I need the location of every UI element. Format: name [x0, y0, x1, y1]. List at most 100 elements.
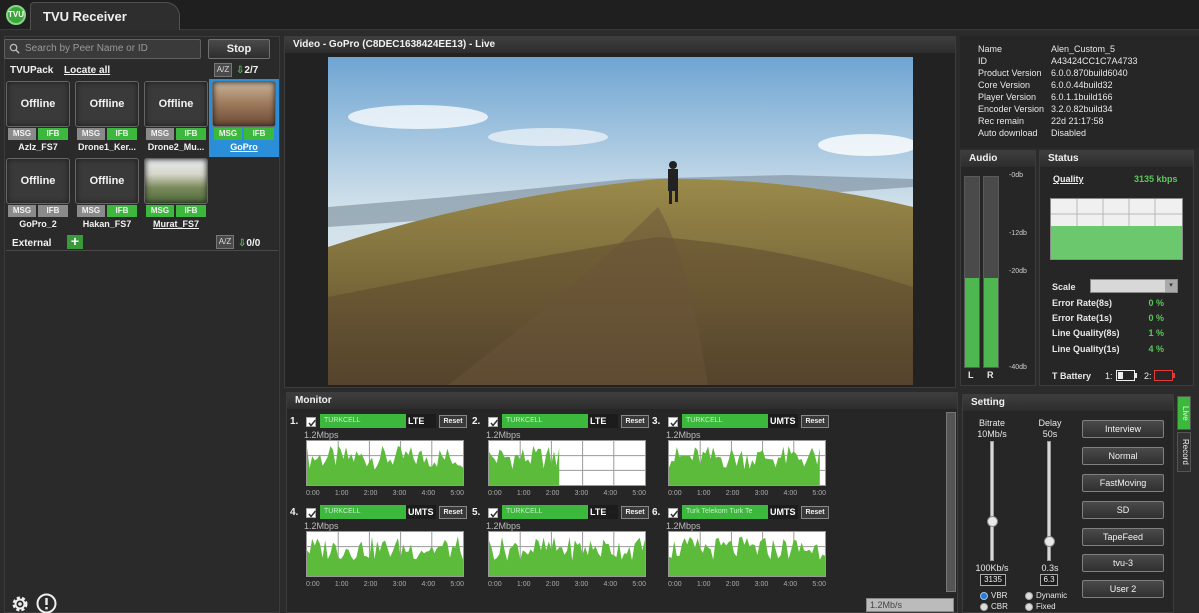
- cbr-radio[interactable]: [980, 603, 988, 611]
- check-icon: [670, 510, 679, 518]
- time-tick-label: 1:00: [334, 490, 349, 497]
- monitor-scale-select[interactable]: 1.2Mb/s: [866, 598, 954, 612]
- peer-tile-gopro[interactable]: [212, 81, 276, 127]
- battery-icon: [1116, 370, 1137, 381]
- peer-tile-hakan[interactable]: Offline: [75, 158, 139, 204]
- msg-badge[interactable]: MSG: [8, 205, 36, 217]
- channel-reset-button[interactable]: Reset: [801, 415, 829, 428]
- channel-bandwidth-chart: [668, 531, 826, 577]
- channel-checkbox[interactable]: [668, 417, 679, 427]
- monitor-scrollbar[interactable]: [946, 412, 956, 592]
- msg-badge[interactable]: MSG: [146, 128, 174, 140]
- dynamic-label: Dynamic: [1036, 591, 1068, 600]
- ifb-badge[interactable]: IFB: [176, 128, 206, 140]
- msg-badge[interactable]: MSG: [214, 128, 242, 140]
- sort-az-button[interactable]: A/Z: [216, 235, 234, 249]
- fixed-label: Fixed: [1036, 602, 1056, 611]
- app-tab[interactable]: TVU Receiver: [30, 2, 180, 30]
- preset-sd-button[interactable]: SD: [1082, 501, 1164, 519]
- ifb-badge[interactable]: IFB: [107, 205, 137, 217]
- delay-slider-handle[interactable]: [1044, 536, 1055, 547]
- search-input[interactable]: Search by Peer Name or ID: [4, 39, 201, 59]
- preset-fastmoving-button[interactable]: FastMoving: [1082, 474, 1164, 492]
- info-key: Rec remain: [978, 116, 1025, 126]
- msg-badge[interactable]: MSG: [8, 128, 36, 140]
- video-preview[interactable]: [328, 57, 913, 385]
- metric-value: 0 %: [1148, 298, 1164, 308]
- bandwidth-area: [307, 445, 463, 485]
- peer-name[interactable]: Hakan_FS7: [72, 219, 142, 229]
- dynamic-radio[interactable]: [1025, 592, 1033, 600]
- peer-tile-murat[interactable]: [144, 158, 208, 204]
- time-tick-label: 4:00: [421, 581, 436, 588]
- metric-label: Line Quality(1s): [1052, 344, 1120, 354]
- info-key: ID: [978, 56, 987, 66]
- peer-name[interactable]: Drone2_Mu...: [141, 142, 211, 152]
- channel-checkbox[interactable]: [488, 508, 499, 518]
- peer-tile-gopro2[interactable]: Offline: [6, 158, 70, 204]
- channel-network-type: LTE: [588, 414, 618, 428]
- vbr-radio[interactable]: [980, 592, 988, 600]
- channel-checkbox[interactable]: [306, 508, 317, 518]
- metric-value: 4 %: [1148, 344, 1164, 354]
- channel-reset-button[interactable]: Reset: [439, 415, 467, 428]
- peer-name[interactable]: Azlz_FS7: [3, 142, 73, 152]
- channel-time-axis: 0:00 1:00 2:00 3:00 4:00 5:00: [488, 581, 646, 588]
- delay-value[interactable]: 6.3: [1040, 574, 1058, 586]
- channel-checkbox[interactable]: [668, 508, 679, 518]
- ifb-badge[interactable]: IFB: [244, 128, 274, 140]
- channel-reset-button[interactable]: Reset: [439, 506, 467, 519]
- time-tick-label: 1:00: [334, 581, 349, 588]
- bitrate-value[interactable]: 3135: [980, 574, 1006, 586]
- channel-checkbox[interactable]: [306, 417, 317, 427]
- peer-tile-azlz[interactable]: Offline: [6, 81, 70, 127]
- channel-bandwidth-chart: [306, 531, 464, 577]
- info-key: Auto download: [978, 128, 1038, 138]
- gear-icon[interactable]: [10, 594, 30, 613]
- alert-icon[interactable]: [36, 593, 57, 613]
- peer-name[interactable]: Murat_FS7: [141, 219, 211, 229]
- fixed-radio[interactable]: [1025, 603, 1033, 611]
- stop-button[interactable]: Stop: [208, 39, 270, 59]
- ifb-badge[interactable]: IFB: [38, 128, 68, 140]
- info-value: 6.0.0.44build32: [1051, 80, 1113, 90]
- ifb-badge[interactable]: IFB: [38, 205, 68, 217]
- channel-rate-label: 1.2Mbps: [486, 521, 521, 531]
- peer-tile-drone1[interactable]: Offline: [75, 81, 139, 127]
- channel-checkbox[interactable]: [488, 417, 499, 427]
- time-tick-label: 0:00: [668, 581, 682, 588]
- video-scene-image: [328, 57, 913, 385]
- preset-tapefeed-button[interactable]: TapeFeed: [1082, 528, 1164, 546]
- bitrate-slider-track[interactable]: [990, 441, 994, 561]
- channel-reset-button[interactable]: Reset: [621, 506, 649, 519]
- channel-reset-button[interactable]: Reset: [621, 415, 649, 428]
- preset-tvu3-button[interactable]: tvu-3: [1082, 554, 1164, 572]
- preset-user2-button[interactable]: User 2: [1082, 580, 1164, 598]
- channel-network-type: UMTS: [768, 414, 798, 428]
- peer-name[interactable]: Drone1_Ker...: [72, 142, 142, 152]
- channel-reset-button[interactable]: Reset: [801, 506, 829, 519]
- peer-tile-drone2[interactable]: Offline: [144, 81, 208, 127]
- preset-normal-button[interactable]: Normal: [1082, 447, 1164, 465]
- msg-badge[interactable]: MSG: [77, 128, 105, 140]
- msg-badge[interactable]: MSG: [146, 205, 174, 217]
- tab-record[interactable]: Record: [1177, 432, 1191, 472]
- msg-badge[interactable]: MSG: [77, 205, 105, 217]
- sort-az-button[interactable]: A/Z: [214, 63, 232, 77]
- delay-min-label: 0.3s: [1041, 563, 1059, 573]
- delay-label: Delay: [1038, 418, 1062, 428]
- time-tick-label: 5:00: [812, 490, 826, 497]
- scale-select[interactable]: ▾: [1090, 279, 1178, 293]
- locate-all-link[interactable]: Locate all: [64, 65, 110, 76]
- peer-name[interactable]: GoPro_2: [3, 219, 73, 229]
- bitrate-slider-handle[interactable]: [987, 516, 998, 527]
- add-external-button[interactable]: +: [67, 234, 83, 249]
- ifb-badge[interactable]: IFB: [107, 128, 137, 140]
- tab-live[interactable]: Live: [1177, 396, 1191, 430]
- channel-carrier: TURKCELL: [320, 414, 406, 428]
- peer-name[interactable]: GoPro: [209, 142, 279, 152]
- quality-label[interactable]: Quality: [1053, 174, 1084, 184]
- channel-number: 3.: [652, 416, 661, 427]
- ifb-badge[interactable]: IFB: [176, 205, 206, 217]
- preset-interview-button[interactable]: Interview: [1082, 420, 1164, 438]
